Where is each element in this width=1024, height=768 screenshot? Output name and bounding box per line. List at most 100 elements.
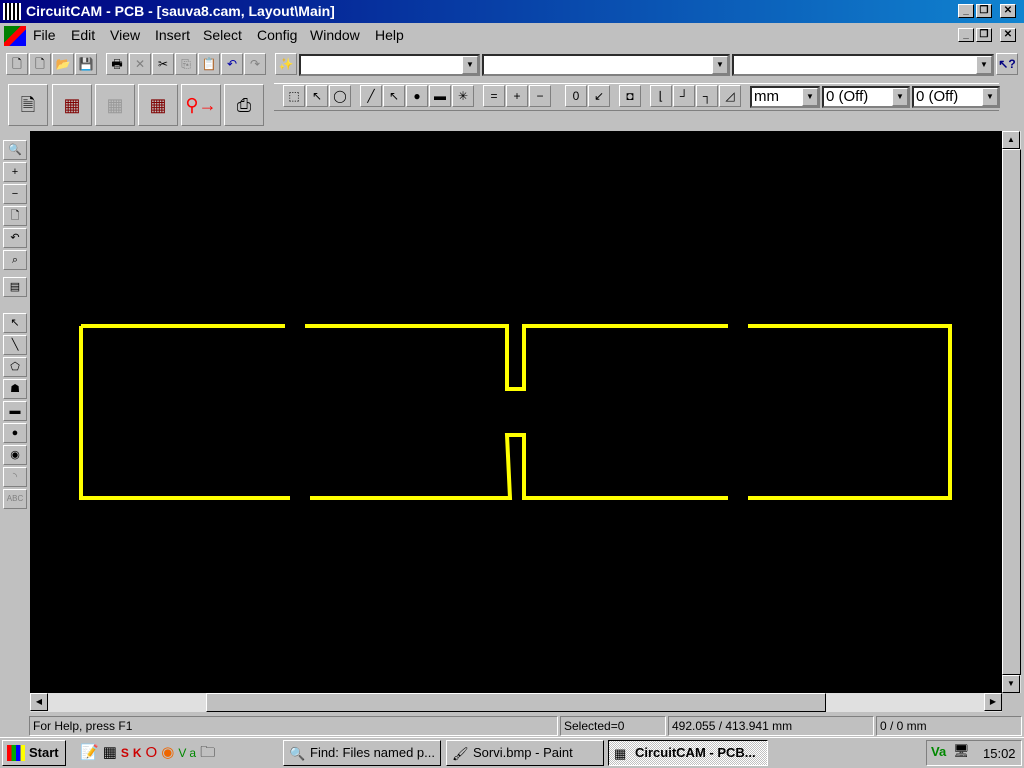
insulate-icon[interactable]: ▦ <box>52 84 92 126</box>
polygon-tool-icon[interactable]: ⬠ <box>3 357 27 377</box>
rectangle-tool-icon[interactable]: ▬ <box>3 401 27 421</box>
scroll-up-button[interactable]: ▲ <box>1002 131 1020 149</box>
layout-canvas[interactable] <box>30 131 1002 693</box>
horizontal-scrollbar[interactable]: ◀ ▶ <box>30 693 1002 712</box>
menu-config[interactable]: Config <box>257 27 297 43</box>
open-icon[interactable]: 📂 <box>52 53 74 75</box>
menu-help[interactable]: Help <box>375 27 404 43</box>
layer-combo[interactable]: ▼ <box>299 54 480 76</box>
pointer-tool-icon[interactable]: ↖ <box>3 313 27 333</box>
new-from-template-icon[interactable]: 🗋 <box>29 53 51 75</box>
arc-tool-icon[interactable]: ◝ <box>3 467 27 487</box>
menu-edit[interactable]: Edit <box>71 27 95 43</box>
snap-corner-icon[interactable]: ⌊ <box>650 85 672 107</box>
tray-va-icon[interactable]: Va <box>931 744 946 759</box>
menu-view[interactable]: View <box>110 27 140 43</box>
pad-tool-icon[interactable]: ◉ <box>3 445 27 465</box>
snap-angle-icon[interactable]: ◿ <box>719 85 741 107</box>
snap-end-icon[interactable]: ┘ <box>673 85 695 107</box>
restore-button[interactable]: ❐ <box>976 4 992 18</box>
chevron-down-icon[interactable]: ▼ <box>892 88 908 106</box>
zoom-page-icon[interactable]: 🗋 <box>3 206 27 226</box>
paste-icon[interactable]: 📋 <box>198 53 220 75</box>
select-area-icon[interactable]: ⬚ <box>283 85 305 107</box>
task-find[interactable]: 🔍 Find: Files named p... <box>283 740 441 766</box>
select-polygon-icon[interactable]: ↖ <box>383 85 405 107</box>
close-button[interactable]: ✕ <box>1000 4 1016 18</box>
circle-tool-icon[interactable]: ● <box>3 423 27 443</box>
chevron-down-icon[interactable]: ▼ <box>976 56 992 74</box>
zoom-out-icon[interactable]: − <box>3 184 27 204</box>
doc-icon[interactable] <box>4 26 26 46</box>
save-icon[interactable]: 💾 <box>75 53 97 75</box>
menu-insert[interactable]: Insert <box>155 27 190 43</box>
text-tool-icon[interactable]: ABC <box>3 489 27 509</box>
cut-icon[interactable]: ✂ <box>152 53 174 75</box>
task-paint[interactable]: 🖌 Sorvi.bmp - Paint <box>446 740 604 766</box>
snap-mid-icon[interactable]: ┐ <box>696 85 718 107</box>
tool-combo[interactable]: ▼ <box>732 54 994 76</box>
snap-combo[interactable]: 0 (Off) ▼ <box>912 86 1000 108</box>
context-help-icon[interactable]: ↖? <box>996 53 1018 75</box>
horizontal-scroll-thumb[interactable] <box>206 693 826 712</box>
grid-combo[interactable]: 0 (Off) ▼ <box>822 86 910 108</box>
task-circuitcam[interactable]: ▦ CircuitCAM - PCB... <box>608 740 768 766</box>
doc-restore-button[interactable]: ❐ <box>976 28 992 42</box>
clock[interactable]: 15:02 <box>983 746 1016 761</box>
aperture-combo[interactable]: ▼ <box>482 54 730 76</box>
zoom-previous-icon[interactable]: ↶ <box>3 228 27 248</box>
firefox-icon[interactable]: ◉ <box>161 744 178 761</box>
redo-icon[interactable]: ↷ <box>244 53 266 75</box>
select-line-icon[interactable]: ╱ <box>360 85 382 107</box>
opera-icon[interactable]: O <box>146 744 162 761</box>
va-icon[interactable]: Va <box>178 746 200 760</box>
vertical-scrollbar[interactable]: ▲ ▼ <box>1002 131 1021 693</box>
select-star-icon[interactable]: ✳ <box>452 85 474 107</box>
copy-icon[interactable]: ⎘ <box>175 53 197 75</box>
zoom-window-icon[interactable]: 🔍 <box>3 140 27 160</box>
circuitcam-launch-icon[interactable]: ▦ <box>103 744 121 761</box>
scroll-left-button[interactable]: ◀ <box>30 693 48 711</box>
chevron-down-icon[interactable]: ▼ <box>712 56 728 74</box>
scroll-down-button[interactable]: ▼ <box>1002 675 1020 693</box>
select-pad-icon[interactable]: ● <box>406 85 428 107</box>
select-point-icon[interactable]: ↖ <box>306 85 328 107</box>
chevron-down-icon[interactable]: ▼ <box>982 88 998 106</box>
menu-window[interactable]: Window <box>310 27 360 43</box>
wizard-icon[interactable]: ✨ <box>275 53 297 75</box>
select-rect-icon[interactable]: ▬ <box>429 85 451 107</box>
sk-icon[interactable]: SK <box>121 746 146 760</box>
units-combo[interactable]: mm ▼ <box>750 86 820 108</box>
vertical-scroll-thumb[interactable] <box>1002 149 1021 675</box>
doc-close-button[interactable]: ✕ <box>1000 28 1016 42</box>
select-add-icon[interactable]: + <box>506 85 528 107</box>
minimize-button[interactable]: _ <box>958 4 974 18</box>
new-icon[interactable]: 🗋 <box>6 53 28 75</box>
menu-select[interactable]: Select <box>203 27 242 43</box>
notepad-icon[interactable]: 📝 <box>80 744 103 761</box>
start-button[interactable]: Start <box>2 740 66 766</box>
print-icon[interactable]: 🖶 <box>106 53 128 75</box>
chevron-down-icon[interactable]: ▼ <box>462 56 478 74</box>
insulate-gray-icon[interactable]: ▦ <box>95 84 135 126</box>
export-machine-icon[interactable]: ⎙ <box>224 84 264 126</box>
select-same-icon[interactable]: = <box>483 85 505 107</box>
folder-icon[interactable]: 🗀 <box>200 744 219 761</box>
origin-icon[interactable]: 0 <box>565 85 587 107</box>
rubout-icon[interactable]: ▦ <box>138 84 178 126</box>
zoom-in-icon[interactable]: + <box>3 162 27 182</box>
scroll-right-button[interactable]: ▶ <box>984 693 1002 711</box>
import-icon[interactable]: 🗎 <box>8 84 48 126</box>
line-tool-icon[interactable]: ╲ <box>3 335 27 355</box>
select-circle-icon[interactable]: ◯ <box>329 85 351 107</box>
tray-monitor-icon[interactable]: 🖥 <box>953 743 970 759</box>
doc-minimize-button[interactable]: _ <box>958 28 974 42</box>
undo-icon[interactable]: ↶ <box>221 53 243 75</box>
select-sub-icon[interactable]: − <box>529 85 551 107</box>
filled-polygon-tool-icon[interactable]: ☗ <box>3 379 27 399</box>
redraw-icon[interactable]: ▤ <box>3 277 27 297</box>
menu-file[interactable]: File <box>33 27 56 43</box>
delete-icon[interactable]: ✕ <box>129 53 151 75</box>
set-origin-icon[interactable]: ↙ <box>588 85 610 107</box>
chevron-down-icon[interactable]: ▼ <box>802 88 818 106</box>
